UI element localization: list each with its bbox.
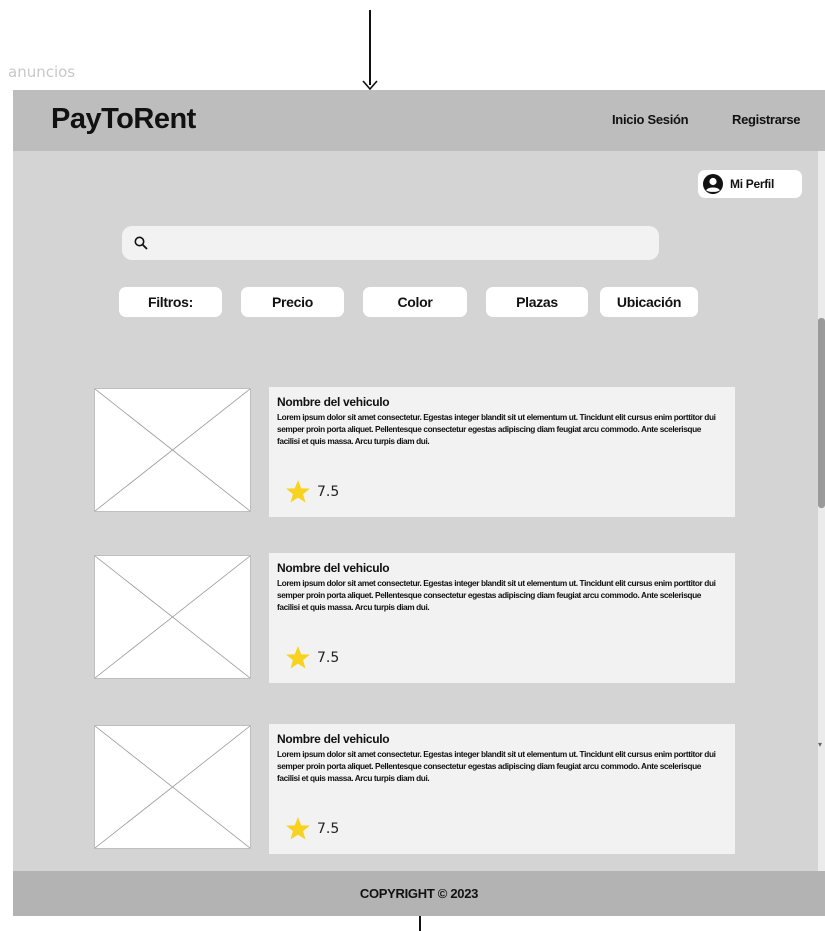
profile-button[interactable]: Mi Perfil	[698, 170, 802, 198]
copyright-text: COPYRIGHT © 2023	[359, 886, 479, 901]
listing-description: Lorem ipsum dolor sit amet consectetur. …	[277, 578, 716, 612]
scrollbar-track[interactable]	[818, 151, 825, 871]
profile-label: Mi Perfil	[730, 177, 774, 191]
listing-image-placeholder[interactable]	[94, 388, 251, 512]
listing-card[interactable]: Nombre del vehiculo Lorem ipsum dolor si…	[269, 724, 735, 854]
scroll-down-icon[interactable]: ▾	[818, 740, 822, 749]
listing-description: Lorem ipsum dolor sit amet consectetur. …	[277, 749, 716, 783]
rating-value: 7.5	[317, 820, 340, 837]
filter-color-button[interactable]: Color	[363, 287, 467, 317]
filter-price-button[interactable]: Precio	[241, 287, 344, 317]
listing-image-placeholder[interactable]	[94, 725, 251, 849]
listing-rating: 7.5	[285, 479, 339, 504]
rating-value: 7.5	[317, 649, 340, 666]
search-input[interactable]	[122, 226, 659, 260]
listing-title: Nombre del vehiculo	[277, 395, 390, 409]
image-placeholder-icon	[94, 555, 251, 679]
listing-card[interactable]: Nombre del vehiculo Lorem ipsum dolor si…	[269, 553, 735, 683]
star-icon	[286, 817, 310, 840]
listing-title: Nombre del vehiculo	[277, 732, 390, 746]
register-link[interactable]: Registrarse	[732, 112, 801, 127]
brand-logo[interactable]: PayToRent	[51, 103, 196, 136]
listing-image-placeholder[interactable]	[94, 555, 251, 679]
listing-rating: 7.5	[285, 645, 339, 670]
star-icon	[286, 480, 310, 503]
filter-seats-button[interactable]: Plazas	[486, 287, 588, 317]
filter-location-button[interactable]: Ubicación	[600, 287, 698, 317]
listing-card[interactable]: Nombre del vehiculo Lorem ipsum dolor si…	[269, 387, 735, 517]
star-icon	[286, 646, 310, 669]
image-placeholder-icon	[94, 725, 251, 849]
user-circle-icon	[703, 174, 723, 194]
header: PayToRent Inicio Sesión Registrarse	[13, 90, 825, 151]
listing-rating: 7.5	[285, 816, 339, 841]
image-placeholder-icon	[94, 388, 251, 512]
page-frame: PayToRent Inicio Sesión Registrarse Mi P…	[13, 90, 825, 916]
scrollbar-thumb[interactable]	[818, 318, 825, 508]
rating-value: 7.5	[317, 483, 340, 500]
arrow-down-icon	[362, 80, 378, 90]
login-link[interactable]: Inicio Sesión	[612, 112, 689, 127]
frame-label: anuncios	[8, 63, 76, 81]
listing-description: Lorem ipsum dolor sit amet consectetur. …	[277, 412, 716, 446]
filters-label: Filtros:	[119, 287, 222, 317]
footer: COPYRIGHT © 2023	[13, 871, 825, 916]
flow-connector-top	[369, 10, 371, 85]
flow-connector-bottom	[419, 914, 421, 931]
search-icon	[134, 236, 148, 250]
listing-title: Nombre del vehiculo	[277, 561, 390, 575]
